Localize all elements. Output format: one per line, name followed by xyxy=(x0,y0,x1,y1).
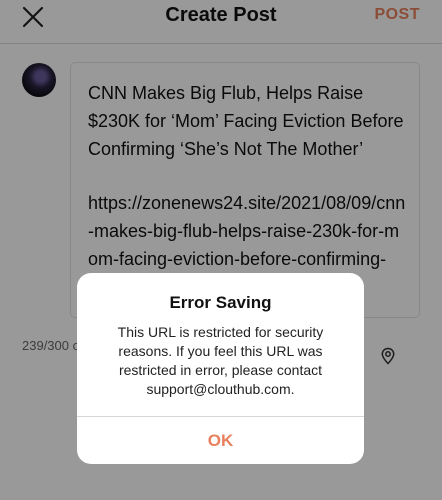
dialog-title: Error Saving xyxy=(169,293,272,312)
ok-button[interactable]: OK xyxy=(77,417,364,464)
error-dialog: Error Saving This URL is restricted for … xyxy=(77,273,364,464)
dialog-message: This URL is restricted for security reas… xyxy=(117,324,324,397)
